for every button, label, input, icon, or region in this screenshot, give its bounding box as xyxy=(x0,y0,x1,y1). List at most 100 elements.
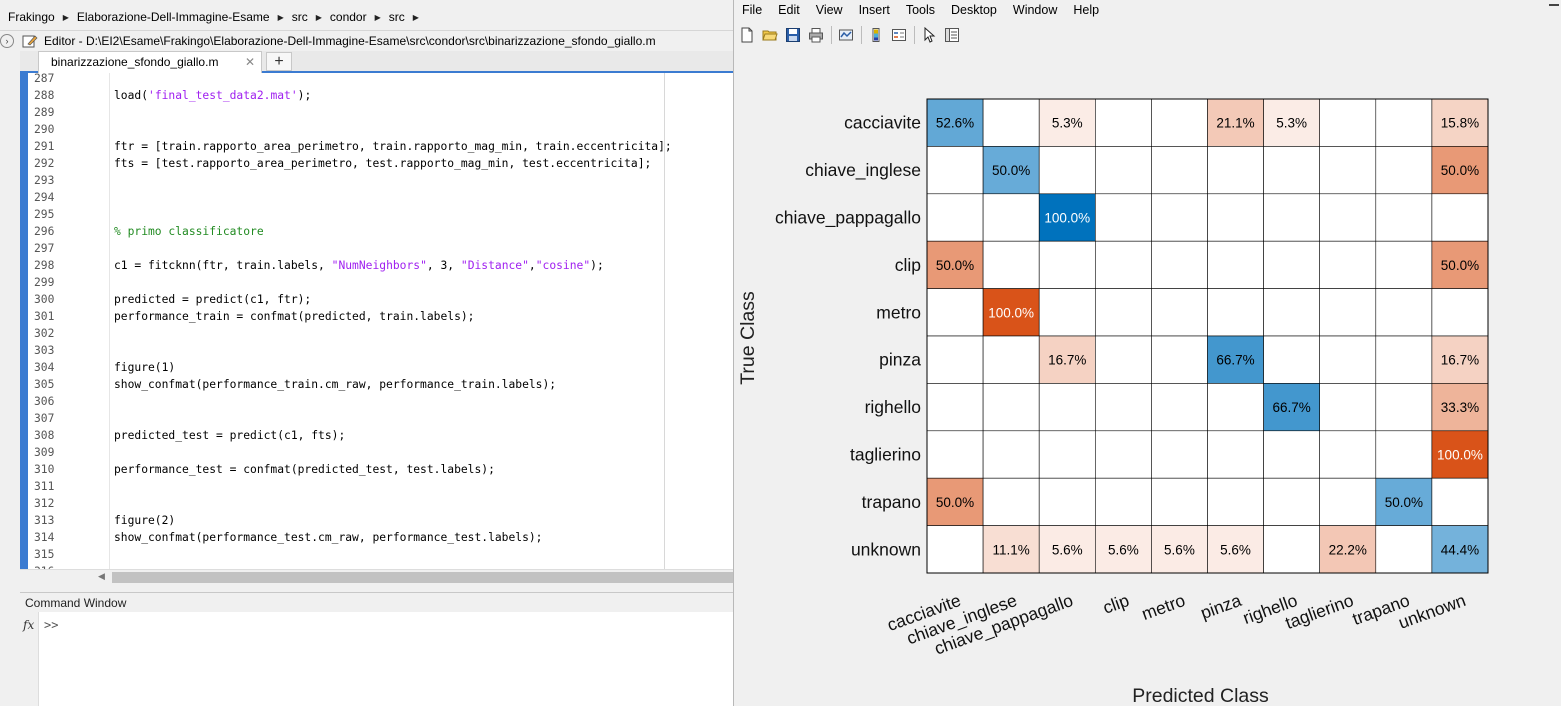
code-line[interactable]: 296 % primo classificatore xyxy=(20,223,733,240)
matrix-cell[interactable] xyxy=(1038,288,1096,337)
code-editor[interactable]: 287 288 load('final_test_data2.mat'); 289 29… xyxy=(20,73,733,584)
code-line[interactable]: 297 xyxy=(20,240,733,257)
matrix-cell[interactable] xyxy=(1375,98,1433,147)
breadcrumb-arrow-icon[interactable]: ▶ xyxy=(367,13,381,22)
print-icon[interactable] xyxy=(806,25,826,45)
matrix-cell[interactable] xyxy=(1094,193,1152,242)
matrix-cell[interactable] xyxy=(926,193,984,242)
code-line[interactable]: 299 xyxy=(20,274,733,291)
matrix-cell[interactable] xyxy=(1375,240,1433,289)
matrix-cell[interactable] xyxy=(1038,146,1096,195)
menu-file[interactable]: File xyxy=(734,1,770,19)
matrix-cell[interactable] xyxy=(982,335,1040,384)
matrix-cell[interactable] xyxy=(1375,383,1433,432)
matrix-cell[interactable] xyxy=(1094,430,1152,479)
matrix-cell[interactable] xyxy=(1263,477,1320,526)
menu-view[interactable]: View xyxy=(808,1,851,19)
matrix-cell[interactable] xyxy=(1207,146,1264,195)
save-icon[interactable] xyxy=(783,25,803,45)
matrix-cell[interactable] xyxy=(1151,383,1208,432)
code-line[interactable]: 288 load('final_test_data2.mat'); xyxy=(20,87,733,104)
plot-canvas[interactable]: 52.6% 5.3% 21.1% 5.3% 15.8% 50.0% 50.0% 100.0% 5… xyxy=(734,48,1561,706)
matrix-cell[interactable] xyxy=(1375,146,1433,195)
matrix-cell[interactable] xyxy=(1319,383,1377,432)
code-line[interactable]: 314 show_confmat(performance_test.cm_raw,… xyxy=(20,529,733,546)
scrollbar-thumb[interactable] xyxy=(112,572,733,583)
matrix-cell[interactable] xyxy=(982,383,1040,432)
breadcrumb-arrow-icon[interactable]: ▶ xyxy=(308,13,322,22)
new-tab-button[interactable]: + xyxy=(266,52,292,71)
matrix-cell[interactable] xyxy=(1207,383,1264,432)
matrix-cell[interactable] xyxy=(1319,240,1377,289)
matrix-cell[interactable] xyxy=(1038,430,1096,479)
matrix-cell[interactable] xyxy=(1431,193,1489,242)
matrix-cell[interactable] xyxy=(926,335,984,384)
menu-tools[interactable]: Tools xyxy=(898,1,943,19)
code-line[interactable]: 290 xyxy=(20,121,733,138)
matrix-cell[interactable] xyxy=(1151,288,1208,337)
collapse-icon[interactable]: › xyxy=(0,33,14,48)
open-file-icon[interactable] xyxy=(760,25,780,45)
code-line[interactable]: 309 xyxy=(20,444,733,461)
matrix-cell[interactable] xyxy=(926,525,984,574)
matrix-cell[interactable] xyxy=(1151,335,1208,384)
command-window[interactable]: fx >> xyxy=(20,612,733,706)
function-browser-icon[interactable]: fx xyxy=(23,618,34,632)
menu-insert[interactable]: Insert xyxy=(851,1,898,19)
breadcrumb-item[interactable]: Elaborazione-Dell-Immagine-Esame xyxy=(69,10,270,24)
matrix-cell[interactable] xyxy=(1263,240,1320,289)
matrix-cell[interactable] xyxy=(1207,288,1264,337)
tab-binarizzazione-sfondo-giallo[interactable]: binarizzazione_sfondo_giallo.m ✕ xyxy=(38,51,262,73)
menu-desktop[interactable]: Desktop xyxy=(943,1,1005,19)
matrix-cell[interactable] xyxy=(1038,477,1096,526)
breadcrumb-item[interactable]: Frakingo xyxy=(0,10,55,24)
matrix-cell[interactable] xyxy=(1094,383,1152,432)
edit-plot-pointer-icon[interactable] xyxy=(919,25,939,45)
matrix-cell[interactable] xyxy=(1094,288,1152,337)
code-line[interactable]: 305 show_confmat(performance_train.cm_raw… xyxy=(20,376,733,393)
breadcrumb-arrow-icon[interactable]: ▶ xyxy=(270,13,284,22)
matrix-cell[interactable] xyxy=(1263,193,1320,242)
matrix-cell[interactable] xyxy=(1263,335,1320,384)
menu-window[interactable]: Window xyxy=(1005,1,1065,19)
code-line[interactable]: 306 xyxy=(20,393,733,410)
new-figure-icon[interactable] xyxy=(737,25,757,45)
matrix-cell[interactable] xyxy=(1431,477,1489,526)
matrix-cell[interactable] xyxy=(1319,477,1377,526)
horizontal-scrollbar[interactable]: ◀ xyxy=(20,569,733,584)
matrix-cell[interactable] xyxy=(1263,430,1320,479)
menu-edit[interactable]: Edit xyxy=(770,1,808,19)
matrix-cell[interactable] xyxy=(1207,193,1264,242)
code-line[interactable]: 287 xyxy=(20,73,733,87)
matrix-cell[interactable] xyxy=(926,430,984,479)
code-line[interactable]: 311 xyxy=(20,478,733,495)
matrix-cell[interactable] xyxy=(1263,288,1320,337)
matrix-cell[interactable] xyxy=(926,146,984,195)
code-line[interactable]: 295 xyxy=(20,206,733,223)
matrix-cell[interactable] xyxy=(1038,383,1096,432)
matrix-cell[interactable] xyxy=(1319,98,1377,147)
code-line[interactable]: 313 figure(2) xyxy=(20,512,733,529)
link-plot-icon[interactable] xyxy=(836,25,856,45)
close-icon[interactable]: ✕ xyxy=(245,52,255,72)
minimize-icon[interactable] xyxy=(1549,4,1559,6)
matrix-cell[interactable] xyxy=(1151,193,1208,242)
breadcrumb-item[interactable]: src xyxy=(284,10,308,24)
matrix-cell[interactable] xyxy=(1207,240,1264,289)
matrix-cell[interactable] xyxy=(1207,477,1264,526)
breadcrumb-item[interactable]: condor xyxy=(322,10,367,24)
code-line[interactable]: 294 xyxy=(20,189,733,206)
matrix-cell[interactable] xyxy=(1375,430,1433,479)
matrix-cell[interactable] xyxy=(1263,146,1320,195)
matrix-cell[interactable] xyxy=(1375,288,1433,337)
code-line[interactable]: 304 figure(1) xyxy=(20,359,733,376)
matrix-cell[interactable] xyxy=(926,383,984,432)
matrix-cell[interactable] xyxy=(1151,146,1208,195)
code-line[interactable]: 315 xyxy=(20,546,733,563)
matrix-cell[interactable] xyxy=(1151,477,1208,526)
code-line[interactable]: 300 predicted = predict(c1, ftr); xyxy=(20,291,733,308)
code-line[interactable]: 292 fts = [test.rapporto_area_perimetro, … xyxy=(20,155,733,172)
matrix-cell[interactable] xyxy=(982,240,1040,289)
scroll-left-icon[interactable]: ◀ xyxy=(98,571,105,582)
insert-legend-icon[interactable] xyxy=(889,25,909,45)
